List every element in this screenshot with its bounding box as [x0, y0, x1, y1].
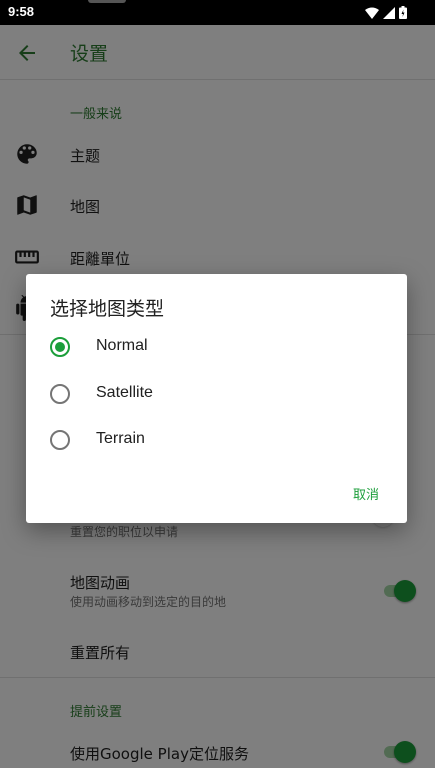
radio-button[interactable]	[50, 384, 70, 404]
option-label: Normal	[96, 337, 148, 354]
cancel-button[interactable]: 取消	[353, 484, 379, 503]
status-time: 9:58	[8, 4, 35, 19]
option-label: Satellite	[96, 384, 153, 401]
map-type-option-normal[interactable]: Normal	[26, 325, 407, 371]
radio-button-checked[interactable]	[50, 337, 70, 357]
radio-button[interactable]	[50, 430, 70, 450]
map-type-option-satellite[interactable]: Satellite	[26, 372, 407, 418]
status-bar: 9:58	[0, 0, 435, 25]
battery-icon	[399, 6, 407, 19]
map-type-option-terrain[interactable]: Terrain	[26, 418, 407, 464]
option-label: Terrain	[96, 430, 145, 447]
map-type-dialog: 选择地图类型 Normal Satellite Terrain 取消	[26, 274, 407, 523]
dialog-title: 选择地图类型	[50, 298, 165, 320]
status-icons	[365, 6, 407, 19]
wifi-icon	[365, 7, 379, 19]
signal-icon	[383, 6, 395, 19]
camera-notch	[88, 0, 126, 3]
